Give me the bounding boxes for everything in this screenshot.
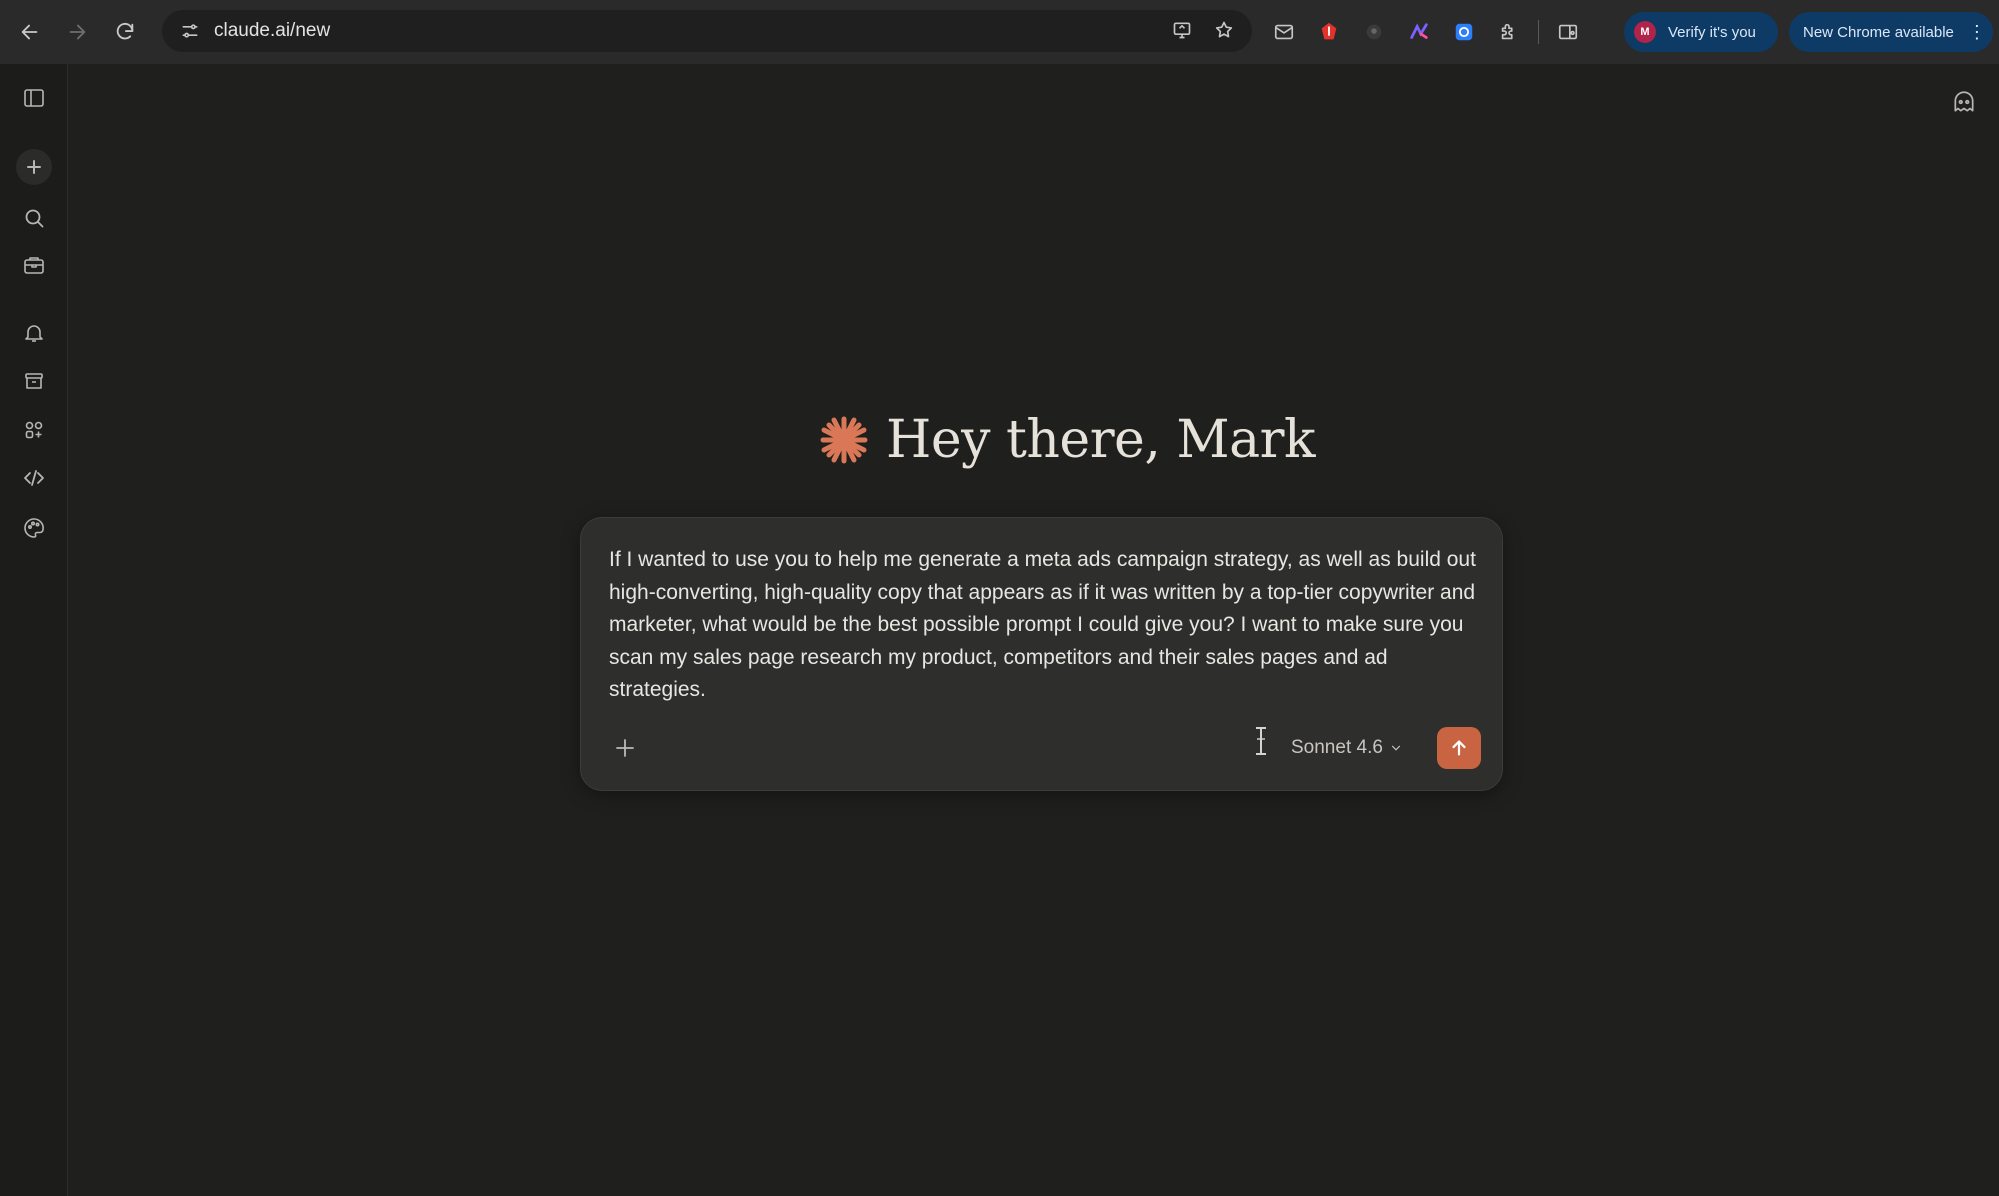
url-text: claude.ai/new bbox=[214, 20, 331, 41]
site-settings-icon[interactable] bbox=[174, 15, 206, 47]
text-cursor-icon bbox=[1256, 727, 1266, 755]
plus-icon bbox=[616, 739, 634, 757]
gradient-extension-icon[interactable] bbox=[1403, 12, 1435, 52]
code-icon[interactable] bbox=[14, 458, 54, 498]
search-icon[interactable] bbox=[14, 198, 54, 238]
back-button[interactable] bbox=[10, 12, 50, 52]
claude-spark-icon bbox=[820, 416, 868, 464]
model-selector[interactable]: Sonnet 4.6 bbox=[1291, 731, 1403, 765]
greeting: Hey there, Mark bbox=[818, 400, 1316, 480]
puzzle-extensions-icon[interactable] bbox=[1493, 12, 1525, 52]
sidebar bbox=[0, 64, 68, 1196]
arrow-right-icon bbox=[69, 24, 86, 40]
greeting-text: Hey there, Mark bbox=[886, 410, 1316, 470]
arrow-left-icon bbox=[21, 24, 38, 40]
incognito-chat-icon[interactable] bbox=[1944, 82, 1984, 122]
browser-toolbar: claude.ai/new M Verify it's you New Chro… bbox=[0, 0, 1999, 64]
chrome-update-button[interactable]: New Chrome available ⋮ bbox=[1789, 12, 1993, 52]
reload-icon bbox=[116, 22, 134, 40]
toolbar-divider bbox=[1538, 20, 1539, 44]
prompt-input[interactable]: If I wanted to use you to help me genera… bbox=[609, 544, 1479, 707]
sidebar-toggle-icon[interactable] bbox=[14, 78, 54, 118]
bookmark-star-icon[interactable] bbox=[1208, 14, 1240, 46]
update-label: New Chrome available bbox=[1803, 23, 1954, 41]
side-panel-icon[interactable] bbox=[1552, 12, 1584, 52]
extensions-area bbox=[1268, 12, 1584, 52]
menu-kebab-icon[interactable]: ⋮ bbox=[1968, 23, 1986, 41]
palette-icon[interactable] bbox=[14, 508, 54, 548]
apps-icon[interactable] bbox=[14, 410, 54, 450]
verify-identity-button[interactable]: M Verify it's you bbox=[1624, 12, 1778, 52]
model-name: Sonnet 4.6 bbox=[1291, 737, 1383, 758]
verify-label: Verify it's you bbox=[1668, 23, 1756, 41]
send-button[interactable] bbox=[1437, 727, 1481, 769]
dark-circle-extension-icon[interactable] bbox=[1358, 12, 1390, 52]
briefcase-icon[interactable] bbox=[14, 245, 54, 285]
archive-icon[interactable] bbox=[14, 361, 54, 401]
bell-icon[interactable] bbox=[14, 313, 54, 353]
blue-extension-icon[interactable] bbox=[1448, 12, 1480, 52]
forward-button[interactable] bbox=[57, 12, 97, 52]
chat-composer[interactable]: If I wanted to use you to help me genera… bbox=[580, 517, 1503, 791]
cast-icon[interactable] bbox=[1166, 14, 1198, 46]
add-attachment-button[interactable] bbox=[607, 730, 643, 766]
mail-extension-icon[interactable] bbox=[1268, 12, 1300, 52]
red-extension-icon[interactable] bbox=[1313, 12, 1345, 52]
new-chat-icon[interactable] bbox=[16, 149, 52, 185]
reload-button[interactable] bbox=[105, 12, 145, 52]
chevron-down-icon bbox=[1391, 745, 1401, 751]
profile-avatar: M bbox=[1634, 21, 1656, 43]
arrow-up-icon bbox=[1452, 740, 1466, 756]
address-bar[interactable]: claude.ai/new bbox=[162, 10, 1252, 52]
